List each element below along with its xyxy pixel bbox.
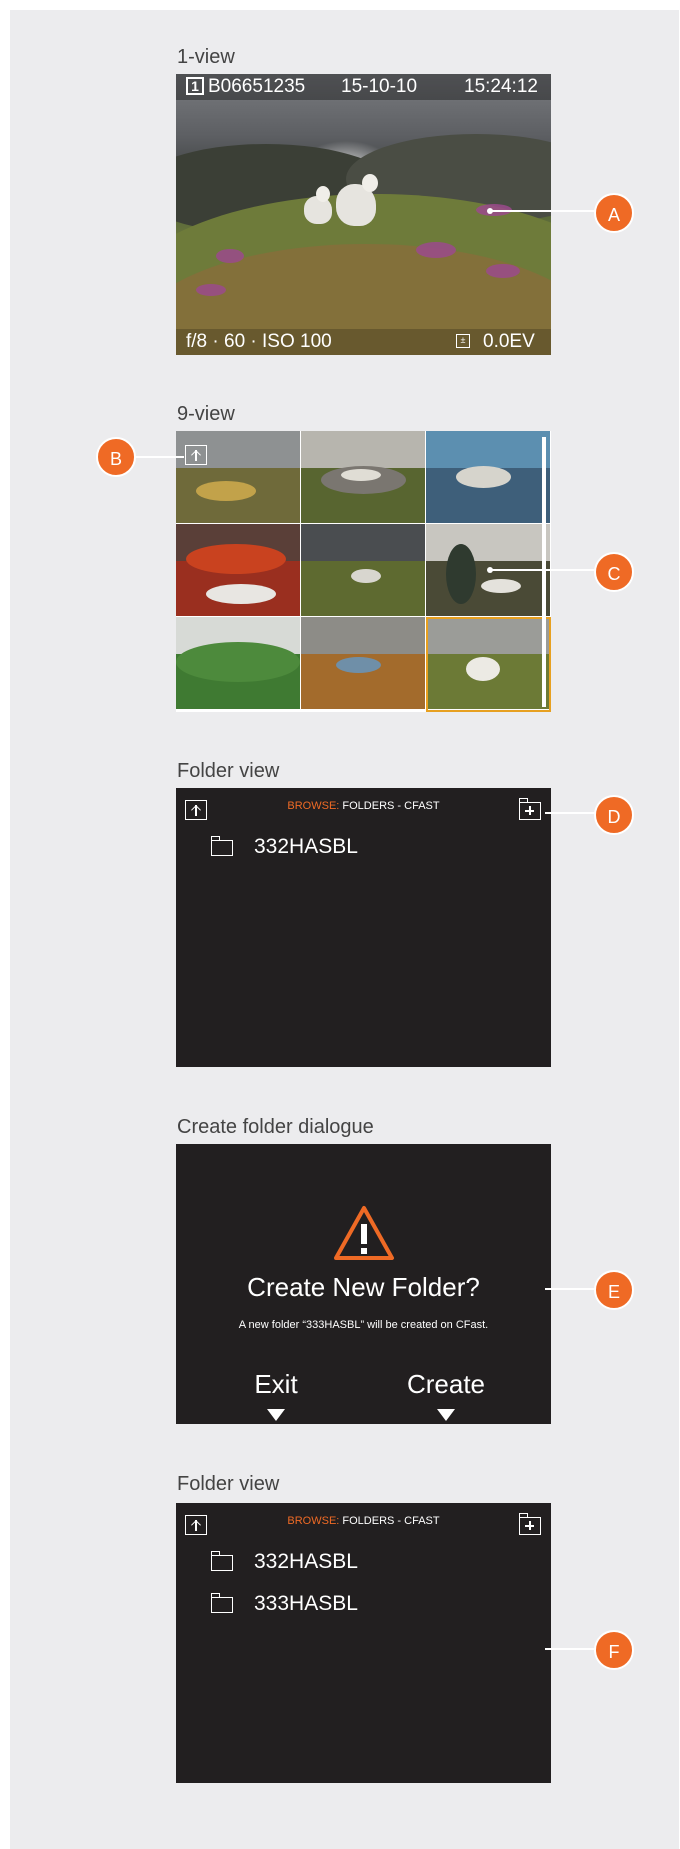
dialog-screen[interactable]: Create New Folder? A new folder “333HASB… bbox=[176, 1144, 551, 1424]
callout-line-d bbox=[545, 812, 597, 814]
browse-path: FOLDERS - CFAST bbox=[342, 800, 440, 812]
exit-arrow-icon bbox=[267, 1409, 285, 1421]
scrollbar[interactable] bbox=[542, 437, 546, 707]
new-folder-icon[interactable] bbox=[518, 1513, 541, 1535]
image-info-bar: 1 B06651235 15-10-10 15:24:12 bbox=[176, 74, 551, 100]
exit-button[interactable]: Exit bbox=[221, 1369, 331, 1400]
folder-icon bbox=[210, 1551, 233, 1571]
heather-patch bbox=[416, 242, 456, 258]
section-title-dialog: Create folder dialogue bbox=[177, 1116, 374, 1138]
capture-date: 15-10-10 bbox=[341, 76, 418, 97]
capture-time: 15:24:12 bbox=[464, 76, 538, 97]
section-title-9-view: 9-view bbox=[177, 403, 235, 425]
heather-patch bbox=[486, 264, 520, 278]
create-arrow-icon bbox=[437, 1409, 455, 1421]
heather-patch bbox=[216, 249, 244, 263]
thumbnail-5[interactable] bbox=[301, 524, 425, 616]
browse-path: FOLDERS - CFAST bbox=[342, 1515, 440, 1527]
thumbnail-2[interactable] bbox=[301, 431, 425, 523]
folder-view-screen[interactable]: BROWSE: FOLDERS - CFAST 332HASBL bbox=[176, 788, 551, 1067]
callout-line-c bbox=[490, 569, 596, 571]
folder-view-screen-2[interactable]: BROWSE: FOLDERS - CFAST 332HASBL 333HASB… bbox=[176, 1503, 551, 1783]
marker-a: A bbox=[594, 193, 634, 233]
callout-line-e bbox=[545, 1288, 597, 1290]
marker-c: C bbox=[594, 552, 634, 592]
thumbnail-7[interactable] bbox=[176, 617, 300, 709]
heather-patch bbox=[196, 284, 226, 296]
exposure-compensation-icon: ± bbox=[456, 334, 470, 348]
sheep-head bbox=[316, 186, 330, 202]
warning-icon bbox=[334, 1206, 394, 1260]
folder-icon bbox=[210, 836, 233, 856]
create-button[interactable]: Create bbox=[391, 1369, 501, 1400]
browse-label: BROWSE: bbox=[287, 1515, 340, 1527]
nine-view-screen[interactable] bbox=[176, 431, 551, 712]
new-folder-icon[interactable] bbox=[518, 798, 541, 820]
section-title-folder-view-2: Folder view bbox=[177, 1473, 280, 1495]
callout-line-b bbox=[134, 456, 184, 458]
thumbnail-grid bbox=[176, 431, 551, 712]
browse-header: BROWSE: FOLDERS - CFAST bbox=[176, 800, 551, 812]
dialog-message: A new folder “333HASBL” will be created … bbox=[238, 1319, 489, 1331]
image-number-badge: 1 bbox=[186, 77, 204, 95]
folder-name: 333HASBL bbox=[254, 1592, 358, 1615]
marker-d: D bbox=[594, 795, 634, 835]
callout-line-f bbox=[545, 1648, 597, 1650]
one-view-screen[interactable]: 1 B06651235 15-10-10 15:24:12 f/8 · 60 ·… bbox=[176, 74, 551, 355]
folder-name: 332HASBL bbox=[254, 835, 358, 858]
selected-thumbnail-frame bbox=[426, 617, 551, 712]
sheep-head bbox=[362, 174, 378, 192]
exposure-info-bar: f/8 · 60 · ISO 100 ± 0.0EV bbox=[176, 329, 551, 355]
folder-icon bbox=[210, 1593, 233, 1613]
exposure-value: 0.0EV bbox=[483, 331, 535, 352]
thumbnail-4[interactable] bbox=[176, 524, 300, 616]
browse-label: BROWSE: bbox=[287, 800, 340, 812]
thumbnail-8[interactable] bbox=[301, 617, 425, 709]
browse-header: BROWSE: FOLDERS - CFAST bbox=[176, 1515, 551, 1527]
exposure-settings: f/8 · 60 · ISO 100 bbox=[186, 331, 332, 352]
callout-line-a bbox=[490, 210, 596, 212]
marker-f: F bbox=[594, 1630, 634, 1670]
marker-b: B bbox=[96, 437, 136, 477]
dialog-heading: Create New Folder? bbox=[247, 1272, 480, 1302]
marker-e: E bbox=[594, 1270, 634, 1310]
section-title-folder-view: Folder view bbox=[177, 760, 280, 782]
section-title-1-view: 1-view bbox=[177, 46, 235, 68]
folder-name: 332HASBL bbox=[254, 1550, 358, 1573]
folder-up-icon[interactable] bbox=[185, 445, 207, 465]
image-id: B06651235 bbox=[208, 76, 306, 97]
thumbnail-3[interactable] bbox=[426, 431, 550, 523]
photo-landscape-sheep[interactable]: 1 B06651235 15-10-10 15:24:12 f/8 · 60 ·… bbox=[176, 74, 551, 355]
